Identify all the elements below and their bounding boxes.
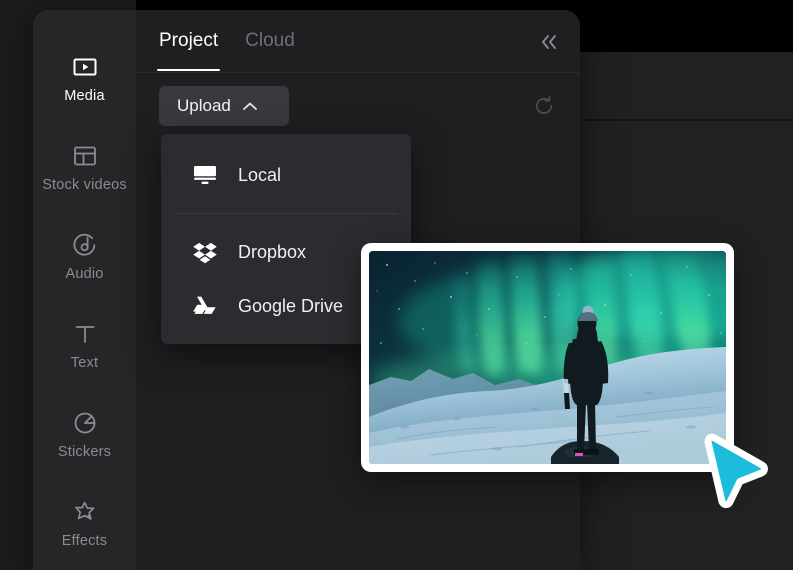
menu-label-local: Local <box>238 165 281 186</box>
layout-grid-icon <box>72 143 98 169</box>
sidebar-label-text: Text <box>71 356 98 371</box>
menu-label-google-drive: Google Drive <box>238 296 343 317</box>
audio-note-icon <box>72 232 98 258</box>
menu-item-local[interactable]: Local <box>161 148 411 202</box>
sidebar-item-media[interactable]: Media <box>33 34 136 123</box>
menu-label-dropbox: Dropbox <box>238 242 306 263</box>
sidebar-label-audio: Audio <box>65 267 103 282</box>
sticker-pie-icon <box>72 410 98 436</box>
tab-project[interactable]: Project <box>159 31 218 52</box>
media-play-icon <box>72 54 98 80</box>
menu-divider <box>175 213 397 214</box>
aurora-image <box>369 251 726 464</box>
sidebar-item-effects[interactable]: Effects <box>33 479 136 568</box>
sidebar-label-effects: Effects <box>62 534 107 549</box>
effects-star-icon <box>72 499 98 525</box>
upload-button[interactable]: Upload <box>159 86 289 126</box>
dragged-media-card[interactable] <box>361 243 734 472</box>
panel-tabbar: Project Cloud <box>136 10 580 73</box>
sidebar-nav: Media Stock videos Audio <box>33 10 136 570</box>
chevron-up-icon <box>242 101 258 112</box>
google-drive-icon <box>192 293 218 319</box>
sidebar-label-stickers: Stickers <box>58 445 111 460</box>
tab-cloud[interactable]: Cloud <box>245 31 295 52</box>
sidebar-label-media: Media <box>64 89 105 104</box>
upload-button-label: Upload <box>177 96 231 116</box>
chevron-double-left-icon[interactable] <box>536 31 562 53</box>
media-thumbnail <box>369 251 726 464</box>
monitor-icon <box>192 162 218 188</box>
sidebar-item-stock-videos[interactable]: Stock videos <box>33 123 136 212</box>
sidebar-item-text[interactable]: Text <box>33 301 136 390</box>
sidebar-item-stickers[interactable]: Stickers <box>33 390 136 479</box>
sidebar-item-audio[interactable]: Audio <box>33 212 136 301</box>
dropbox-icon <box>192 239 218 265</box>
text-t-icon <box>72 321 98 347</box>
sidebar-label-stock-videos: Stock videos <box>42 178 127 193</box>
refresh-icon[interactable] <box>533 95 555 117</box>
panel-toolbar: Upload <box>136 73 580 139</box>
